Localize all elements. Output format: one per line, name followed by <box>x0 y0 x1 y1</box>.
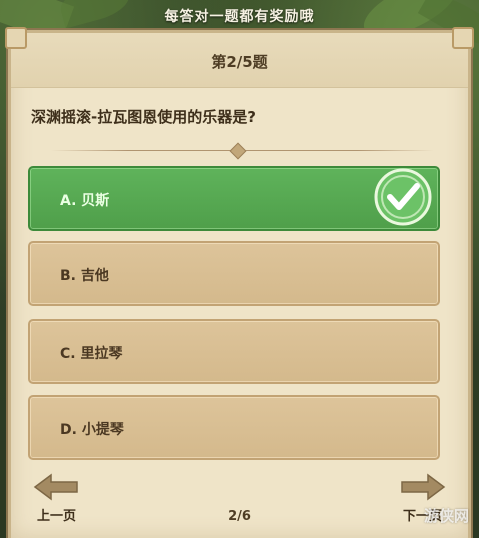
quiz-card: 第2/5题 深渊摇滚-拉瓦图恩使用的乐器是? A. 贝斯 B. 吉他 C. 里拉… <box>5 27 474 538</box>
corner-ornament <box>5 27 27 49</box>
option-b-label: B. 吉他 <box>60 268 109 284</box>
corner-ornament <box>452 27 474 49</box>
question-number: 第2/5题 <box>211 53 268 71</box>
watermark: 游侠网 <box>423 507 469 525</box>
checkmark-icon <box>374 168 432 226</box>
card-header: 第2/5题 <box>11 33 468 88</box>
pagination-bar: 上一页 2/6 下一页 <box>11 468 468 538</box>
option-a[interactable]: A. 贝斯 <box>28 166 440 231</box>
next-arrow-icon[interactable] <box>400 472 446 502</box>
option-c[interactable]: C. 里拉琴 <box>28 319 440 384</box>
divider-ornament <box>229 142 247 160</box>
option-b[interactable]: B. 吉他 <box>28 241 440 306</box>
option-d[interactable]: D. 小提琴 <box>28 395 440 460</box>
option-d-label: D. 小提琴 <box>60 422 124 438</box>
reward-banner: 每答对一题都有奖励哦 <box>164 9 315 25</box>
page-indicator: 2/6 <box>228 509 251 524</box>
option-c-label: C. 里拉琴 <box>60 346 123 362</box>
prev-arrow-icon[interactable] <box>33 472 79 502</box>
question-text: 深渊摇滚-拉瓦图恩使用的乐器是? <box>31 108 256 126</box>
option-a-label: A. 贝斯 <box>60 193 110 209</box>
